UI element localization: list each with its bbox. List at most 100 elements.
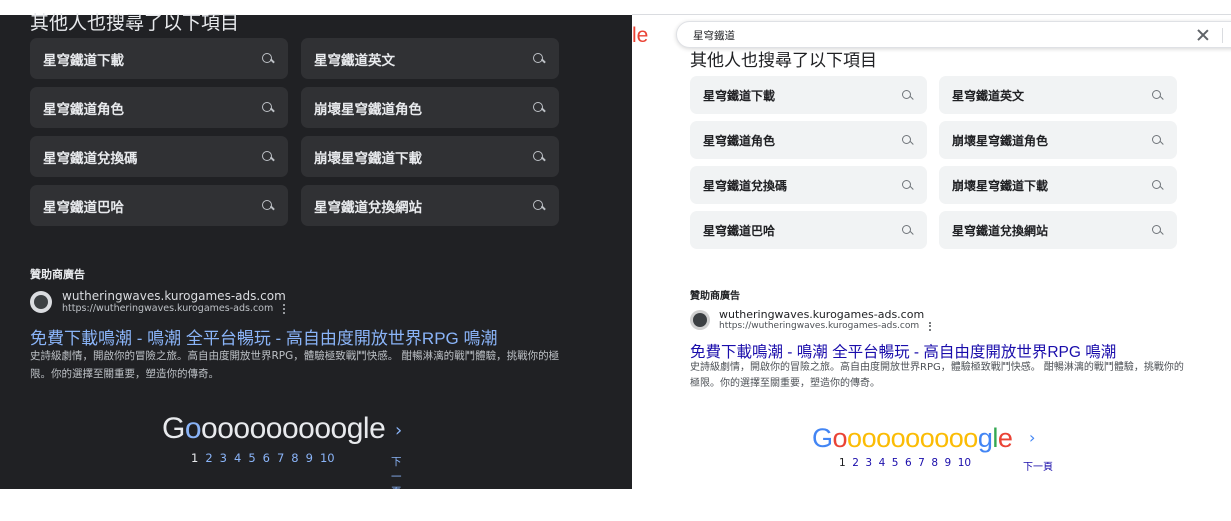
search-icon: [533, 199, 545, 212]
page-10[interactable]: 10: [320, 451, 335, 465]
search-icon: [1152, 179, 1163, 191]
related-search-label: 星穹鐵道角色: [43, 101, 124, 118]
ad-description: 史詩級劇情，開啟你的冒險之旅。高自由度開放世界RPG，體驗極致戰鬥快感。 酣暢淋…: [690, 362, 1184, 389]
search-icon: [902, 89, 913, 101]
page-6[interactable]: 6: [905, 457, 912, 469]
page-8[interactable]: 8: [931, 457, 938, 469]
related-search-label: 星穹鐵道兌換網站: [952, 223, 1049, 238]
header-divider: [632, 14, 1231, 15]
related-search-chip[interactable]: 星穹鐵道巴哈: [690, 211, 927, 249]
next-page-link[interactable]: 下一頁: [391, 454, 402, 489]
ad-url-row: https://wutheringwaves.kurogames-ads.com: [62, 303, 286, 314]
page-2[interactable]: 2: [852, 457, 859, 469]
search-icon: [902, 179, 913, 191]
google-pager-wordmark: Goooooooooogle: [162, 412, 386, 445]
more-vert-icon[interactable]: [928, 321, 932, 331]
ad-title-link[interactable]: 免費下載鳴潮 - 鳴潮 全平台暢玩 - 高自由度開放世界RPG 鳴潮: [30, 324, 498, 349]
dark-mode-results-panel: 其他人也搜尋了以下項目 星穹鐵道下載 星穹鐵道英文 星穹鐵道角色 崩壞星穹鐵道角…: [0, 0, 632, 489]
ad-url-row: https://wutheringwaves.kurogames-ads.com: [719, 321, 932, 331]
related-search-chip[interactable]: 星穹鐵道兌換碼: [690, 166, 927, 204]
search-icon: [1152, 89, 1163, 101]
related-search-label: 星穹鐵道兌換碼: [703, 178, 788, 193]
page-7[interactable]: 7: [277, 451, 284, 465]
related-search-label: 崩壞星穹鐵道角色: [952, 133, 1049, 148]
related-search-chip[interactable]: 崩壞星穹鐵道角色: [301, 87, 559, 128]
search-icon: [262, 101, 274, 114]
close-icon[interactable]: [1195, 27, 1211, 43]
search-box[interactable]: 星穹鐵道: [676, 21, 1231, 48]
page-9[interactable]: 9: [945, 457, 952, 469]
related-search-label: 星穹鐵道巴哈: [43, 199, 124, 216]
search-icon: [533, 52, 545, 65]
related-searches-grid: 星穹鐵道下載 星穹鐵道英文 星穹鐵道角色 崩壞星穹鐵道角色 星穹鐵道兌換碼 崩壞…: [690, 76, 1177, 249]
sponsored-label: 贊助商廣告: [690, 291, 740, 302]
related-search-chip[interactable]: 星穹鐵道下載: [690, 76, 927, 114]
page-1: 1: [839, 457, 846, 469]
page-9[interactable]: 9: [306, 451, 313, 465]
related-search-chip[interactable]: 崩壞星穹鐵道角色: [939, 121, 1177, 159]
page-7[interactable]: 7: [918, 457, 925, 469]
related-search-label: 崩壞星穹鐵道角色: [314, 101, 422, 118]
related-search-chip[interactable]: 星穹鐵道兌換碼: [30, 136, 288, 177]
search-icon: [533, 150, 545, 163]
sponsored-label: 贊助商廣告: [30, 268, 85, 281]
related-searches-heading: 其他人也搜尋了以下項目: [30, 12, 240, 34]
related-search-chip[interactable]: 星穹鐵道角色: [690, 121, 927, 159]
page-4[interactable]: 4: [234, 451, 241, 465]
ad-domain-block: wutheringwaves.kurogames-ads.com https:/…: [719, 308, 932, 331]
search-icon: [902, 224, 913, 236]
next-page-link[interactable]: 下一頁: [1023, 458, 1053, 473]
related-search-chip[interactable]: 星穹鐵道兌換網站: [301, 185, 559, 226]
ad-url: https://wutheringwaves.kurogames-ads.com: [62, 303, 274, 314]
page-numbers: 1 2 3 4 5 6 7 8 9 10: [839, 457, 971, 469]
search-icon: [533, 101, 545, 114]
related-search-label: 星穹鐵道英文: [314, 52, 395, 69]
related-search-chip[interactable]: 星穹鐵道英文: [301, 38, 559, 79]
page-numbers: 1 2 3 4 5 6 7 8 9 10: [191, 451, 335, 465]
search-input[interactable]: 星穹鐵道: [693, 28, 735, 43]
search-icon: [262, 150, 274, 163]
related-search-label: 星穹鐵道英文: [952, 88, 1025, 103]
related-search-chip[interactable]: 崩壞星穹鐵道下載: [939, 166, 1177, 204]
ad-domain: wutheringwaves.kurogames-ads.com: [719, 308, 925, 321]
related-search-label: 星穹鐵道兌換網站: [314, 199, 422, 216]
related-search-label: 崩壞星穹鐵道下載: [314, 150, 422, 167]
related-search-label: 星穹鐵道下載: [703, 88, 776, 103]
page-10[interactable]: 10: [958, 457, 971, 469]
related-search-chip[interactable]: 星穹鐵道英文: [939, 76, 1177, 114]
page-4[interactable]: 4: [879, 457, 886, 469]
ad-title-link[interactable]: 免費下載鳴潮 - 鳴潮 全平台暢玩 - 高自由度開放世界RPG 鳴潮: [690, 340, 1116, 362]
wuthering-waves-favicon-icon: [690, 309, 710, 330]
chevron-right-icon[interactable]: ›: [1029, 428, 1035, 447]
page-2[interactable]: 2: [205, 451, 212, 465]
related-search-label: 星穹鐵道角色: [703, 133, 776, 148]
related-searches-heading: 其他人也搜尋了以下項目: [690, 51, 877, 71]
search-icon: [1152, 224, 1163, 236]
ad-domain: wutheringwaves.kurogames-ads.com: [62, 289, 286, 303]
chevron-right-icon[interactable]: ›: [395, 420, 402, 441]
search-icon: [1152, 134, 1163, 146]
google-logo-fragment[interactable]: le: [632, 24, 648, 48]
more-vert-icon[interactable]: [282, 303, 286, 314]
page-5[interactable]: 5: [248, 451, 255, 465]
wuthering-waves-favicon-icon: [30, 290, 52, 313]
related-search-chip[interactable]: 星穹鐵道角色: [30, 87, 288, 128]
ad-source: wutheringwaves.kurogames-ads.com https:/…: [30, 289, 286, 314]
related-search-label: 星穹鐵道下載: [43, 52, 124, 69]
related-search-chip[interactable]: 星穹鐵道巴哈: [30, 185, 288, 226]
related-search-chip[interactable]: 崩壞星穹鐵道下載: [301, 136, 559, 177]
related-search-chip[interactable]: 星穹鐵道下載: [30, 38, 288, 79]
related-search-chip[interactable]: 星穹鐵道兌換網站: [939, 211, 1177, 249]
related-search-label: 星穹鐵道巴哈: [703, 223, 776, 238]
page-3[interactable]: 3: [865, 457, 872, 469]
related-searches-grid: 星穹鐵道下載 星穹鐵道英文 星穹鐵道角色 崩壞星穹鐵道角色 星穹鐵道兌換碼 崩壞…: [30, 38, 559, 226]
ad-domain-block: wutheringwaves.kurogames-ads.com https:/…: [62, 289, 286, 314]
page-5[interactable]: 5: [892, 457, 899, 469]
ad-url: https://wutheringwaves.kurogames-ads.com: [719, 321, 920, 331]
page-8[interactable]: 8: [291, 451, 298, 465]
search-box-divider: [1222, 28, 1223, 43]
page-3[interactable]: 3: [220, 451, 227, 465]
ad-source: wutheringwaves.kurogames-ads.com https:/…: [690, 308, 932, 331]
page-6[interactable]: 6: [263, 451, 270, 465]
search-icon: [262, 52, 274, 65]
